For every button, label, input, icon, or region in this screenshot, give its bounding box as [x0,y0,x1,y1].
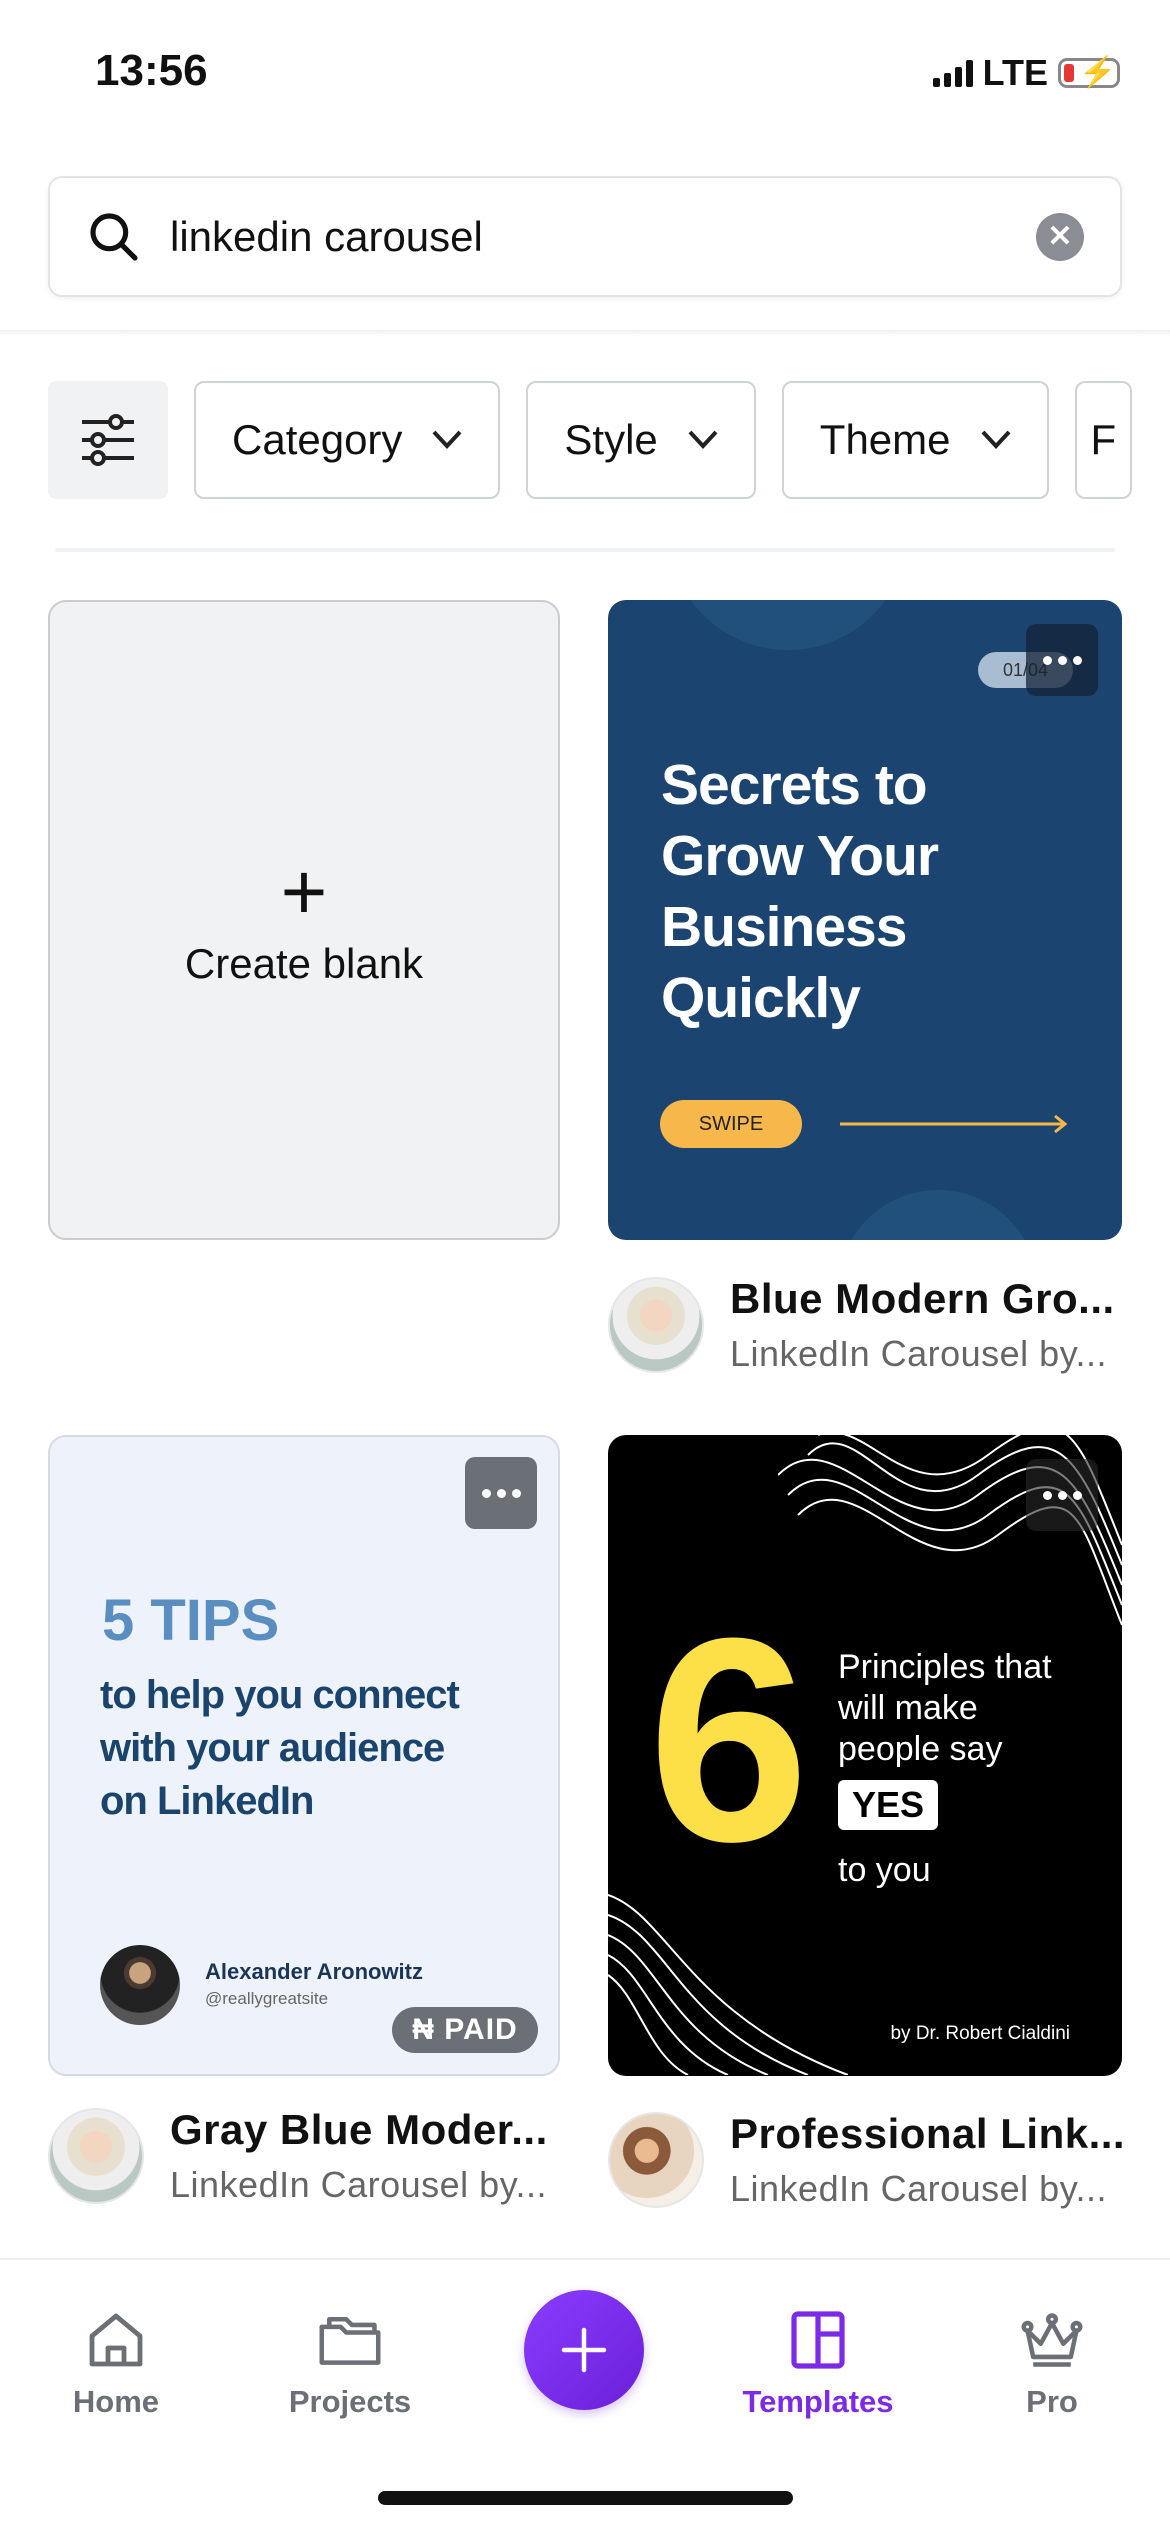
template-subtitle: LinkedIn Carousel by... [170,2164,548,2205]
filter-label: Category [232,416,403,463]
nav-label: Projects [288,2384,412,2419]
create-blank-label: Create blank [184,940,424,987]
filter-settings-button[interactable] [48,381,168,499]
filter-row: Category Style Theme F [48,381,1133,499]
thumb-text: Principles that will make people say [838,1648,1052,1768]
nav-label: Templates [742,2384,894,2419]
template-title[interactable]: Blue Modern Gro... [730,1275,1128,1323]
template-title[interactable]: Gray Blue Moder... [170,2106,568,2154]
network-label: LTE [982,52,1048,93]
home-indicator[interactable] [378,2491,793,2505]
thumb-author: Alexander Aronowitz [205,1959,423,1984]
template-thumbnail[interactable]: 01/04 Secrets toGrow YourBusinessQuickly… [608,600,1122,1240]
more-options-button[interactable] [465,1457,537,1529]
folder-icon [319,2317,381,2365]
nav-home[interactable]: Home [16,2310,216,2420]
template-subtitle: LinkedIn Carousel by... [730,2168,1108,2209]
thumb-byline: by Dr. Robert Cialdini [890,2023,1070,2044]
author-avatar [48,2108,144,2204]
author-avatar [608,1277,704,1373]
status-time: 13:56 [95,46,208,95]
thumb-number: 6 [648,1578,810,1902]
search-bar: ✕ [48,176,1122,297]
filter-label: Theme [819,416,951,463]
crown-icon [1021,2313,1083,2367]
author-avatar [608,2112,704,2208]
search-icon [90,212,138,261]
template-meta: Gray Blue Moder... LinkedIn Carousel by..… [48,2106,568,2206]
thumb-subheading: to help you connect with your audience on … [100,1673,460,1823]
signal-icon [932,59,973,87]
template-meta: Blue Modern Gro... LinkedIn Carousel by..… [608,1275,1128,1375]
filter-more[interactable]: F [1074,381,1133,499]
thumb-tail: to you [838,1851,931,1889]
nav-templates[interactable]: Templates [718,2310,918,2420]
create-blank-button[interactable]: + Create blank [48,600,560,1240]
create-button[interactable] [524,2290,644,2410]
sliders-icon [82,414,134,466]
template-thumbnail[interactable]: 5 TIPS to help you connect with your audi… [48,1435,560,2076]
divider [55,548,1115,552]
thumb-yes: YES [838,1780,939,1830]
filter-label: F [1090,416,1117,463]
nav-projects[interactable]: Projects [250,2310,450,2420]
templates-icon [791,2311,845,2369]
nav-label: Pro [1026,2384,1078,2419]
nav-pro[interactable]: Pro [952,2310,1152,2420]
chevron-down-icon [432,430,462,449]
plus-icon [561,2327,607,2373]
filter-style[interactable]: Style [526,381,756,499]
clear-search-button[interactable]: ✕ [1036,212,1084,261]
battery-icon: ⚡ [1058,56,1120,89]
template-subtitle: LinkedIn Carousel by... [730,1333,1108,1374]
arrow-right-icon [840,1114,1068,1134]
home-icon [89,2313,143,2367]
chevron-down-icon [688,430,718,449]
decor-circle [838,1190,1038,1240]
search-input[interactable] [170,212,1036,261]
thumb-heading: Secrets to Grow Your Business Quickly [661,753,939,1030]
thumb-handle: @reallygreatsite [205,1989,329,2008]
wave-lines-decor [608,1894,848,2075]
template-thumbnail[interactable]: 6 Principles that will make people say YES… [608,1435,1122,2076]
template-meta: Professional Link... LinkedIn Carousel by… [608,2110,1128,2210]
divider [0,330,1170,336]
chevron-down-icon [981,430,1010,449]
author-photo [100,1945,180,2025]
plus-icon: + [280,847,328,936]
thumb-heading: 5 TIPS [102,1588,280,1653]
more-options-button[interactable] [1026,1459,1098,1531]
template-title[interactable]: Professional Link... [730,2110,1128,2158]
decor-circle [668,600,908,650]
status-indicators: LTE ⚡ [932,52,1120,94]
nav-label: Home [72,2384,160,2419]
filter-theme[interactable]: Theme [781,381,1049,499]
filter-category[interactable]: Category [194,381,501,499]
paid-badge: ₦ PAID [392,2007,538,2053]
more-options-button[interactable] [1026,624,1098,696]
swipe-label: SWIPE [660,1100,802,1148]
filter-label: Style [564,416,658,463]
